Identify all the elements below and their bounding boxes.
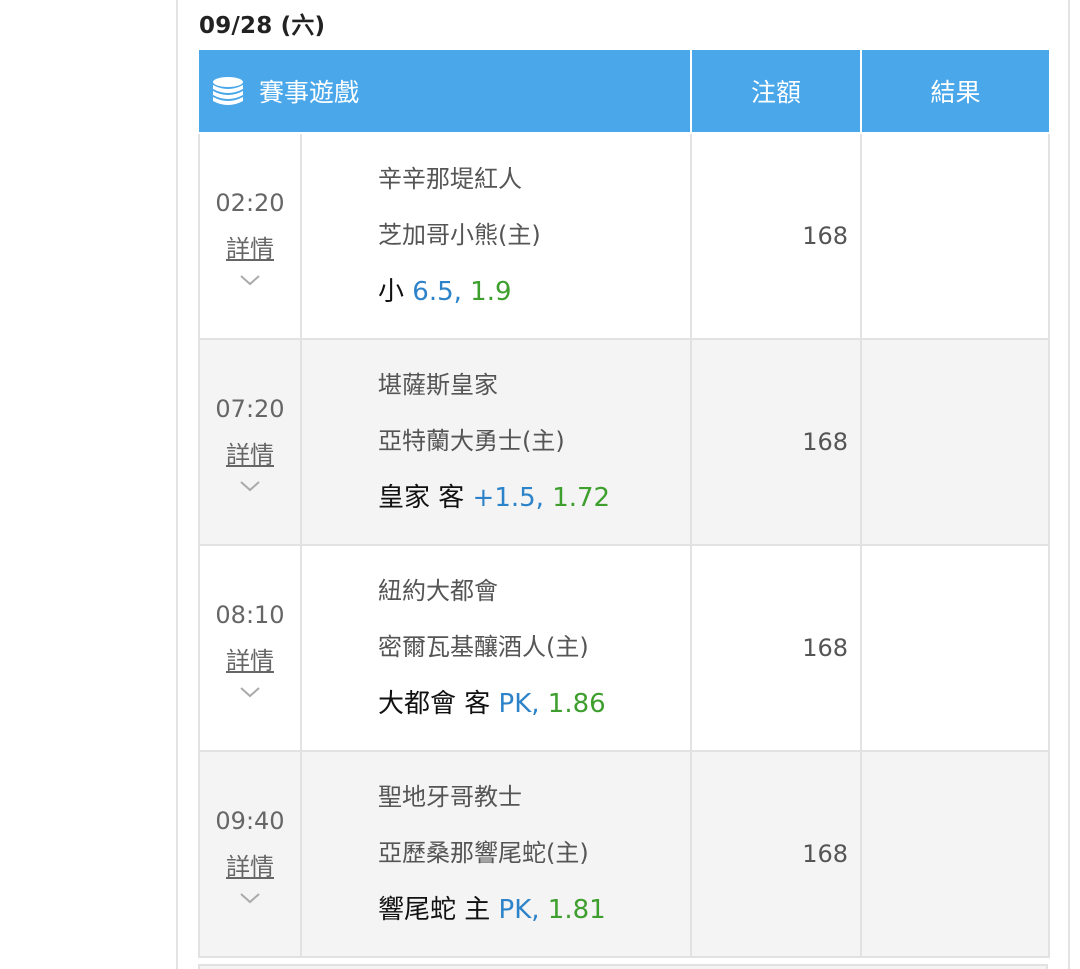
time-cell: 02:20 詳情 (198, 132, 302, 340)
result-cell (860, 132, 1051, 340)
pick-odds: 1.9 (470, 277, 512, 307)
time-cell: 09:40 詳情 (198, 750, 302, 958)
pick: 小 6.5, 1.9 (378, 276, 690, 308)
pick-line: 6.5, (412, 277, 462, 307)
header-result: 結果 (860, 50, 1050, 134)
chevron-down-icon[interactable] (238, 272, 262, 288)
header-game: 賽事遊戲 (199, 50, 693, 134)
amount-cell: 168 (690, 750, 863, 958)
chevron-down-icon[interactable] (238, 890, 262, 906)
match-cell: 聖地牙哥教士 亞歷桑那響尾蛇(主) 響尾蛇 主 PK, 1.81 (299, 750, 693, 958)
result-cell (860, 750, 1051, 958)
detail-link[interactable]: 詳情 (200, 435, 300, 470)
content-right-border (1068, 0, 1070, 969)
away-team: 辛辛那堤紅人 (378, 165, 522, 193)
match-cell: 堪薩斯皇家 亞特蘭大勇士(主) 皇家 客 +1.5, 1.72 (299, 338, 693, 546)
table-row: 09:40 詳情 聖地牙哥教士 亞歷桑那響尾蛇(主) 響尾蛇 主 PK, 1.8… (198, 750, 1051, 958)
pick-line: +1.5, (472, 483, 544, 513)
time-cell: 08:10 詳情 (198, 544, 302, 752)
header-game-label: 賽事遊戲 (259, 78, 360, 107)
amount-cell: 168 (690, 544, 863, 752)
bets-table: 賽事遊戲 注額 結果 02:20 詳情 辛辛那堤紅人 芝加哥小熊(主) 小 6.… (198, 50, 1051, 958)
away-team: 堪薩斯皇家 (378, 371, 498, 399)
pick: 響尾蛇 主 PK, 1.81 (378, 894, 690, 926)
pick-side: 大都會 客 (378, 689, 491, 719)
match-time: 08:10 (215, 600, 285, 629)
home-team: 亞歷桑那響尾蛇(主) (378, 839, 589, 867)
pick: 大都會 客 PK, 1.86 (378, 688, 690, 720)
coin-stack-icon (213, 77, 243, 105)
pick-side: 響尾蛇 主 (378, 895, 491, 925)
time-cell: 07:20 詳情 (198, 338, 302, 546)
away-team: 聖地牙哥教士 (378, 783, 522, 811)
pick-odds: 1.81 (547, 895, 606, 925)
table-row: 07:20 詳情 堪薩斯皇家 亞特蘭大勇士(主) 皇家 客 +1.5, 1.72… (198, 338, 1051, 546)
table-row: 02:20 詳情 辛辛那堤紅人 芝加哥小熊(主) 小 6.5, 1.9 168 (198, 132, 1051, 340)
amount-cell: 168 (690, 132, 863, 340)
result-cell (860, 338, 1051, 546)
match-time: 02:20 (215, 188, 285, 217)
table-header-row: 賽事遊戲 注額 結果 (199, 50, 1050, 134)
home-team: 密爾瓦基釀酒人(主) (378, 633, 589, 661)
match-time: 09:40 (215, 806, 285, 835)
pick-line: PK, (498, 895, 540, 925)
date-title: 09/28 (六) (199, 13, 326, 39)
pick-side: 皇家 客 (378, 483, 465, 513)
content-left-border (176, 0, 178, 969)
match-cell: 辛辛那堤紅人 芝加哥小熊(主) 小 6.5, 1.9 (299, 132, 693, 340)
pick-odds: 1.72 (552, 483, 611, 513)
pick: 皇家 客 +1.5, 1.72 (378, 482, 690, 514)
chevron-down-icon[interactable] (238, 684, 262, 700)
header-amount: 注額 (690, 50, 863, 134)
home-team: 亞特蘭大勇士(主) (378, 427, 565, 455)
match-cell: 紐約大都會 密爾瓦基釀酒人(主) 大都會 客 PK, 1.86 (299, 544, 693, 752)
away-team: 紐約大都會 (378, 577, 498, 605)
match-time: 07:20 (215, 394, 285, 423)
pick-odds: 1.86 (547, 689, 606, 719)
amount-cell: 168 (690, 338, 863, 546)
chevron-down-icon[interactable] (238, 478, 262, 494)
pick-line: PK, (498, 689, 540, 719)
table-row: 08:10 詳情 紐約大都會 密爾瓦基釀酒人(主) 大都會 客 PK, 1.86… (198, 544, 1051, 752)
next-row-edge (198, 964, 1048, 969)
pick-side: 小 (378, 277, 405, 307)
detail-link[interactable]: 詳情 (200, 847, 300, 882)
result-cell (860, 544, 1051, 752)
home-team: 芝加哥小熊(主) (378, 221, 541, 249)
detail-link[interactable]: 詳情 (200, 641, 300, 676)
detail-link[interactable]: 詳情 (200, 229, 300, 264)
